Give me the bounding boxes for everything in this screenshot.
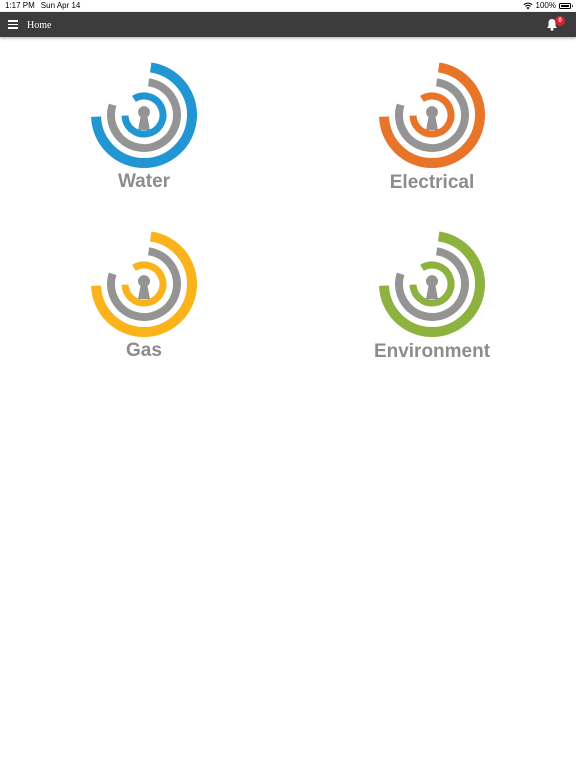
electrical-label: Electrical xyxy=(389,172,475,193)
status-right: 100% xyxy=(522,0,573,12)
notification-badge: 0 xyxy=(555,16,565,26)
battery-icon xyxy=(559,3,573,9)
app-bar: Home 0 xyxy=(0,12,576,37)
menu-button[interactable] xyxy=(6,17,20,31)
status-time: 1:17 PM xyxy=(5,1,35,10)
water-label: Water xyxy=(117,171,171,192)
electrical-tile[interactable]: Electrical xyxy=(362,58,502,198)
battery-percent: 100% xyxy=(535,1,556,10)
page-title: Home xyxy=(27,20,52,31)
gas-label: Gas xyxy=(126,340,162,361)
water-tile[interactable]: Water xyxy=(74,58,214,198)
status-bar: 1:17 PM Sun Apr 14 100% xyxy=(0,0,576,12)
status-left: 1:17 PM Sun Apr 14 xyxy=(5,0,80,12)
environment-tile[interactable]: Environment xyxy=(362,227,502,367)
notifications-button[interactable]: 0 xyxy=(544,16,565,34)
environment-label: Environment xyxy=(373,341,491,362)
gas-tile[interactable]: Gas xyxy=(74,227,214,367)
wifi-icon xyxy=(522,2,533,10)
status-date: Sun Apr 14 xyxy=(40,1,81,10)
